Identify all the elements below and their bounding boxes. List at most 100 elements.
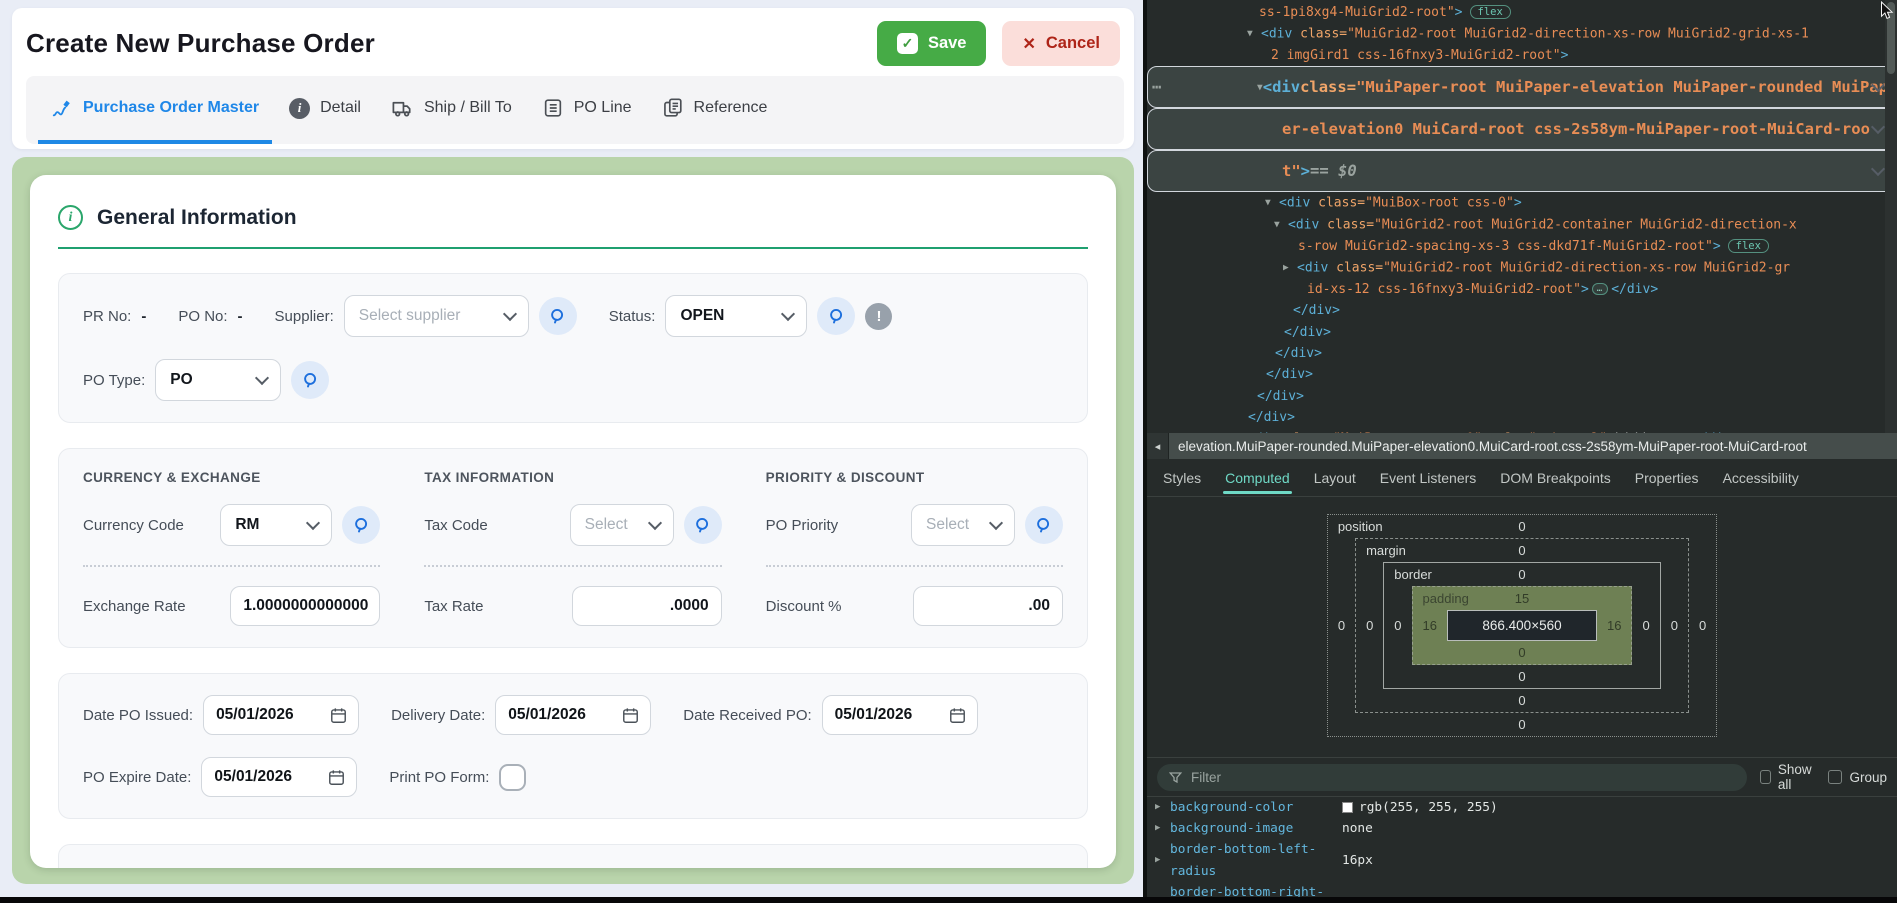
dom-tree-line[interactable]: </div> [1147, 407, 1897, 428]
expand-arrow-icon[interactable]: ▶ [1155, 797, 1170, 818]
dom-tree-line[interactable]: </div> [1147, 300, 1897, 321]
currency-search-icon[interactable] [342, 506, 380, 544]
breadcrumb[interactable]: elevation.MuiPaper-rounded.MuiPaper-elev… [1169, 439, 1807, 454]
box-model-content[interactable]: 866.400×560 [1447, 610, 1597, 641]
dom-tree-line[interactable]: ▼<div class="MuiBox-root css-0"> [1147, 192, 1897, 214]
supplier-search-icon[interactable] [539, 297, 577, 335]
computed-property-row[interactable]: ▶background-imagenone [1147, 818, 1897, 839]
tab-purchase-order-master[interactable]: Purchase Order Master [38, 76, 272, 144]
dom-tree-line[interactable]: </div> [1147, 343, 1897, 364]
divider [83, 565, 380, 567]
print-po-form-checkbox[interactable] [499, 764, 526, 791]
exchange-rate-input[interactable]: 1.0000000000000 [230, 586, 380, 626]
po-type-select[interactable]: PO [155, 359, 281, 401]
dom-tree-line[interactable]: ▼<div class="MuiGrid2-root MuiGrid2-dire… [1147, 23, 1897, 45]
code-segment: <div [1261, 27, 1292, 42]
code-segment: "MuiGrid2-root MuiGrid2-container MuiGri… [1374, 218, 1797, 233]
dom-tree-line[interactable]: </div> [1147, 386, 1897, 407]
po-priority-select[interactable]: Select [911, 504, 1015, 546]
tab-po-line[interactable]: PO Line [529, 76, 645, 144]
tab-reference[interactable]: Reference [649, 76, 781, 144]
status-select[interactable]: OPEN [665, 295, 807, 337]
show-all-checkbox[interactable] [1760, 770, 1771, 784]
flex-badge[interactable]: flex [1470, 5, 1511, 19]
code-segment: </div> [1293, 303, 1340, 318]
devtools-tab-styles[interactable]: Styles [1151, 459, 1213, 496]
supplier-select[interactable]: Select supplier [344, 295, 529, 337]
devtools-tab-bar: StylesComputedLayoutEvent ListenersDOM B… [1147, 459, 1897, 497]
cancel-button[interactable]: ✕ Cancel [1002, 21, 1120, 66]
dom-tree-line[interactable]: id-xs-12 css-16fnxy3-MuiGrid2-root">…</d… [1147, 279, 1897, 300]
box-model-position[interactable]: position0 0 margin0 0 border0 0 [1327, 514, 1717, 737]
closed-date-value: 00/00/0000 [504, 866, 589, 868]
position-right: 0 [1689, 618, 1716, 633]
devtools-tab-computed[interactable]: Computed [1213, 459, 1302, 496]
group-checkbox[interactable] [1828, 770, 1842, 784]
margin-bottom: 0 [1356, 689, 1688, 712]
filter-input[interactable]: Filter [1157, 764, 1747, 791]
expand-arrow-icon[interactable]: ▼ [1265, 192, 1279, 213]
tab-label: Purchase Order Master [83, 99, 259, 117]
currency-code-select[interactable]: RM [220, 504, 332, 546]
devtools-tab-dom-breakpoints[interactable]: DOM Breakpoints [1488, 459, 1622, 496]
dom-tree-line[interactable]: ▼<div class="MuiGrid2-root MuiGrid2-cont… [1147, 214, 1897, 236]
date-po-issued-group: Date PO Issued: 05/01/2026 [83, 695, 359, 735]
po-expire-input[interactable]: 05/01/2026 [201, 757, 357, 797]
expand-arrow-icon[interactable]: ▶ [1155, 818, 1170, 839]
ellipsis-badge[interactable]: … [1592, 283, 1608, 295]
devtools-tab-event-listeners[interactable]: Event Listeners [1368, 459, 1489, 496]
save-button[interactable]: ✓ Save [877, 21, 987, 66]
tab-ship-bill-to[interactable]: Ship / Bill To [378, 76, 525, 144]
po-type-search-icon[interactable] [291, 361, 329, 399]
discount-input[interactable]: .00 [913, 586, 1063, 626]
dom-tree-line[interactable]: ss-1pi8xg4-MuiGrid2-root">flex [1147, 2, 1897, 23]
pr-no-group: PR No: - [83, 308, 146, 325]
tax-code-label: Tax Code [424, 517, 487, 534]
delivery-date-input[interactable]: 05/01/2026 [495, 695, 651, 735]
padding-bottom: 0 [1413, 641, 1632, 664]
box-model-section: position0 0 margin0 0 border0 0 [1147, 498, 1897, 757]
gutter-dots-icon[interactable]: ⋯ [1152, 77, 1161, 98]
computed-property-row[interactable]: ▶background-colorrgb(255, 255, 255) [1147, 797, 1897, 818]
box-model-margin[interactable]: margin0 0 border0 0 padding15 [1355, 538, 1689, 713]
dom-tree-line[interactable]: </div> [1147, 364, 1897, 385]
breadcrumb-back-icon[interactable]: ◂ [1147, 433, 1169, 459]
property-name: border-bottom-left-radius [1170, 839, 1342, 881]
po-expire-value: 05/01/2026 [214, 768, 292, 786]
dom-tree-line-selected[interactable]: er-elevation0 MuiCard-root css-2s58ym-Mu… [1147, 108, 1897, 150]
dom-tree-line[interactable]: ▶<div class="MuiGrid2-root MuiGrid2-dire… [1147, 257, 1897, 279]
status-search-icon[interactable] [817, 297, 855, 335]
tree-scrollbar[interactable] [1885, 0, 1897, 433]
expand-arrow-icon[interactable]: ▶ [1283, 257, 1297, 278]
box-model-border[interactable]: border0 0 padding15 16 866.400×560 16 [1383, 562, 1660, 689]
tab-detail[interactable]: iDetail [276, 76, 374, 144]
app-tab-strip: Purchase Order Master iDetailShip / Bill … [26, 76, 1124, 144]
expand-arrow-icon[interactable]: ▼ [1247, 23, 1261, 44]
expand-arrow-icon[interactable]: ▼ [1274, 214, 1288, 235]
box-model-padding[interactable]: padding15 16 866.400×560 16 0 [1412, 586, 1633, 665]
devtools-tab-accessibility[interactable]: Accessibility [1711, 459, 1811, 496]
code-segment: class= [1292, 27, 1347, 42]
date-received-input[interactable]: 05/01/2026 [822, 695, 978, 735]
priority-search-icon[interactable] [1025, 506, 1063, 544]
date-po-issued-value: 05/01/2026 [216, 706, 294, 724]
devtools-tab-layout[interactable]: Layout [1302, 459, 1368, 496]
flex-badge[interactable]: flex [1728, 239, 1769, 253]
dom-tree-line[interactable]: 2 imgGird1 css-16fnxy3-MuiGrid2-root"> [1147, 45, 1897, 66]
tax-rate-input[interactable]: .0000 [572, 586, 722, 626]
code-segment: "MuiPaper-root MuiPaper-elevation MuiPap… [1356, 77, 1888, 98]
dom-tree-line[interactable]: s-row MuiGrid2-spacing-xs-3 css-dkd71f-M… [1147, 236, 1897, 257]
tax-code-select[interactable]: Select [570, 504, 674, 546]
dom-tree-line[interactable]: </div> [1147, 322, 1897, 343]
code-segment: > [1514, 196, 1522, 211]
po-priority-label: PO Priority [766, 517, 839, 534]
dom-tree-line-selected[interactable]: ⋯▼<div class="MuiPaper-root MuiPaper-ele… [1147, 66, 1897, 108]
expand-arrow-icon[interactable]: ▶ [1155, 850, 1170, 871]
dom-tree-line-selected[interactable]: t"> == $0 [1147, 150, 1897, 192]
computed-property-row[interactable]: ▶border-bottom-left-radius16px [1147, 839, 1897, 881]
currency-column: CURRENCY & EXCHANGE Currency Code RM [83, 470, 380, 626]
date-po-issued-input[interactable]: 05/01/2026 [203, 695, 359, 735]
code-segment: == $0 [1310, 161, 1357, 182]
devtools-tab-properties[interactable]: Properties [1623, 459, 1711, 496]
tax-search-icon[interactable] [684, 506, 722, 544]
